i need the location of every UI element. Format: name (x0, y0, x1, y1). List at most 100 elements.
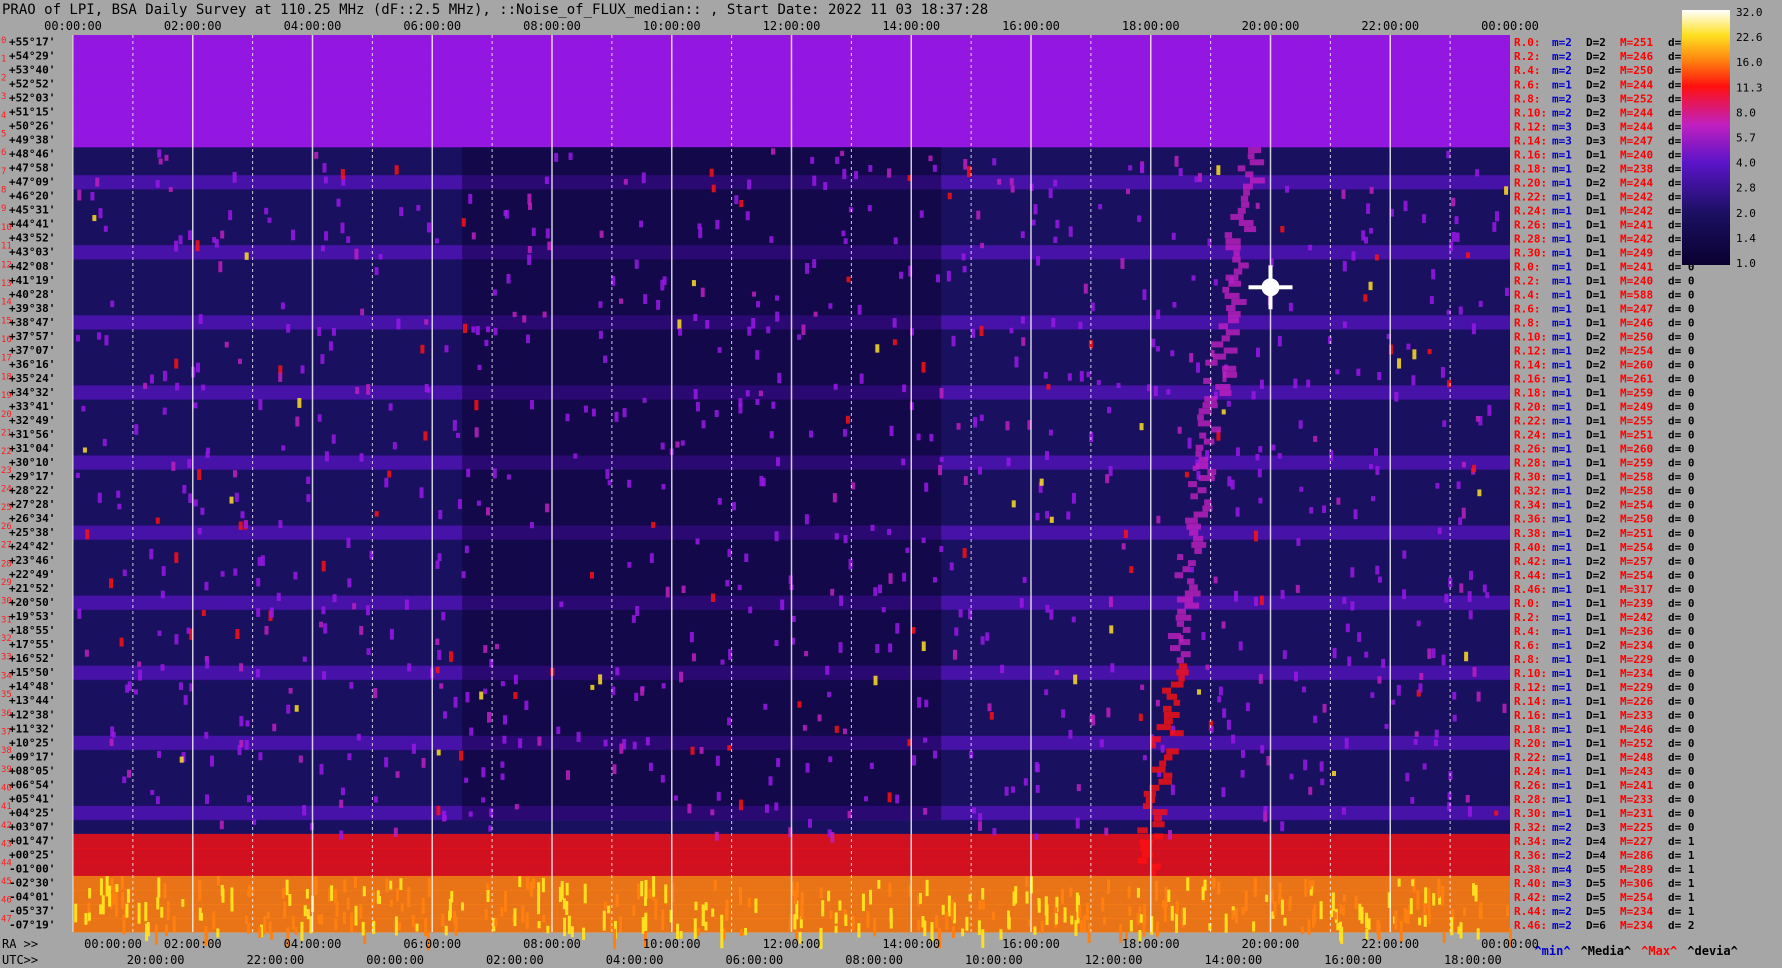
declination-label: +45°31' (9, 204, 55, 217)
noise-speck (1217, 696, 1222, 703)
milky-way-emission (1190, 493, 1198, 500)
milky-way-emission (1189, 529, 1199, 536)
bright-band-speck (525, 912, 529, 929)
noise-speck (489, 658, 494, 668)
noise-speck (530, 400, 535, 410)
noise-speck (1306, 379, 1311, 388)
row-stat: d= 0 (1668, 807, 1695, 820)
noise-speck (745, 211, 750, 221)
noise-speck (331, 327, 336, 336)
noise-speck (776, 758, 781, 767)
noise-speck (1422, 214, 1427, 224)
noise-speck (503, 715, 508, 725)
row-stat: M=250 (1620, 64, 1653, 77)
noise-speck (912, 755, 917, 766)
noise-speck (1108, 466, 1113, 477)
noise-speck (1461, 507, 1466, 519)
bright-band-speck (354, 905, 358, 926)
noise-speck (1107, 406, 1112, 414)
utc-tick-label: 14:00:00 (1204, 953, 1262, 967)
bright-band-speck (720, 929, 724, 949)
noise-speck (639, 220, 644, 228)
noise-speck (1189, 353, 1194, 363)
row-stat: m=3 (1552, 120, 1572, 133)
row-stat: M=588 (1620, 288, 1653, 301)
bright-band-speck (1307, 919, 1311, 935)
row-stat: D=1 (1586, 737, 1606, 750)
noise-speck (1293, 671, 1298, 682)
row-stat: M=242 (1620, 611, 1653, 624)
milky-way-emission (1221, 335, 1230, 342)
row-stat: M=258 (1620, 471, 1653, 484)
bright-band-speck (1252, 921, 1256, 932)
row-stat: M=246 (1620, 723, 1653, 736)
noise-speck (619, 743, 624, 754)
noise-speck (1451, 231, 1456, 242)
row-stat: M=258 (1620, 485, 1653, 498)
legend-min: ^min^ (1534, 944, 1571, 958)
row-stat: d= 0 (1668, 331, 1695, 344)
noise-speck (416, 204, 421, 211)
declination-label: +31°04' (9, 442, 55, 455)
bright-band-speck (144, 901, 148, 922)
milky-way-emission (1245, 171, 1254, 178)
declination-label: +00°25' (9, 848, 55, 861)
milky-way-emission (1162, 687, 1172, 694)
bright-band-speck (1265, 894, 1269, 902)
noise-speck (1151, 338, 1156, 348)
row-stat: D=1 (1586, 597, 1606, 610)
noise-speck (255, 669, 260, 678)
declination-label: +40°28' (9, 288, 55, 301)
bright-band-speck (1416, 890, 1420, 910)
noise-speck (979, 414, 984, 422)
noise-speck (1406, 343, 1411, 350)
noise-speck (640, 687, 645, 696)
row-stat: D=1 (1586, 667, 1606, 680)
noise-speck (437, 649, 442, 660)
noise-speck (643, 294, 648, 304)
noise-speck (125, 684, 130, 693)
noise-speck (1105, 474, 1110, 484)
ra-tick-label: 14:00:00 (882, 937, 940, 951)
bright-band-speck (1170, 905, 1174, 921)
noise-speck (605, 469, 610, 479)
noise-speck (932, 577, 937, 583)
bright-band-speck (542, 914, 546, 923)
row-stat: m=1 (1552, 569, 1572, 582)
bright-band-speck (644, 879, 648, 900)
bright-band-speck (1186, 877, 1190, 891)
noise-speck (457, 499, 462, 510)
bright-band-speck (869, 889, 873, 905)
noise-speck (774, 802, 779, 811)
noise-speck (104, 335, 109, 346)
noise-speck (1309, 507, 1314, 514)
row-stat: m=2 (1552, 36, 1572, 49)
milky-way-emission (1174, 572, 1183, 579)
noise-speck (111, 731, 116, 738)
milky-way-emission (1211, 426, 1221, 433)
row-stat: D=3 (1586, 821, 1606, 834)
milky-way-emission (1176, 596, 1193, 603)
row-stat: D=5 (1586, 905, 1606, 918)
row-index: 8 (1, 186, 6, 196)
bright-band-speck (411, 915, 415, 928)
noise-speck (1478, 300, 1483, 307)
noise-speck (720, 659, 725, 665)
noise-speck (1071, 616, 1076, 623)
bright-band-speck (713, 880, 717, 891)
noise-speck (1201, 631, 1206, 640)
noise-speck (374, 267, 379, 276)
declination-label: +44°41' (9, 218, 55, 231)
noise-speck (892, 318, 897, 328)
row-stat: R.36: (1514, 513, 1547, 526)
noise-speck (846, 276, 851, 283)
bright-band-speck (654, 899, 658, 920)
row-stat: m=1 (1552, 485, 1572, 498)
row-stat: D=2 (1586, 64, 1606, 77)
milky-way-emission (1222, 371, 1238, 378)
noise-speck (622, 408, 627, 418)
bright-band-speck (424, 918, 428, 936)
row-stat: M=246 (1620, 317, 1653, 330)
row-stat: m=1 (1552, 611, 1572, 624)
noise-speck (1280, 226, 1285, 233)
